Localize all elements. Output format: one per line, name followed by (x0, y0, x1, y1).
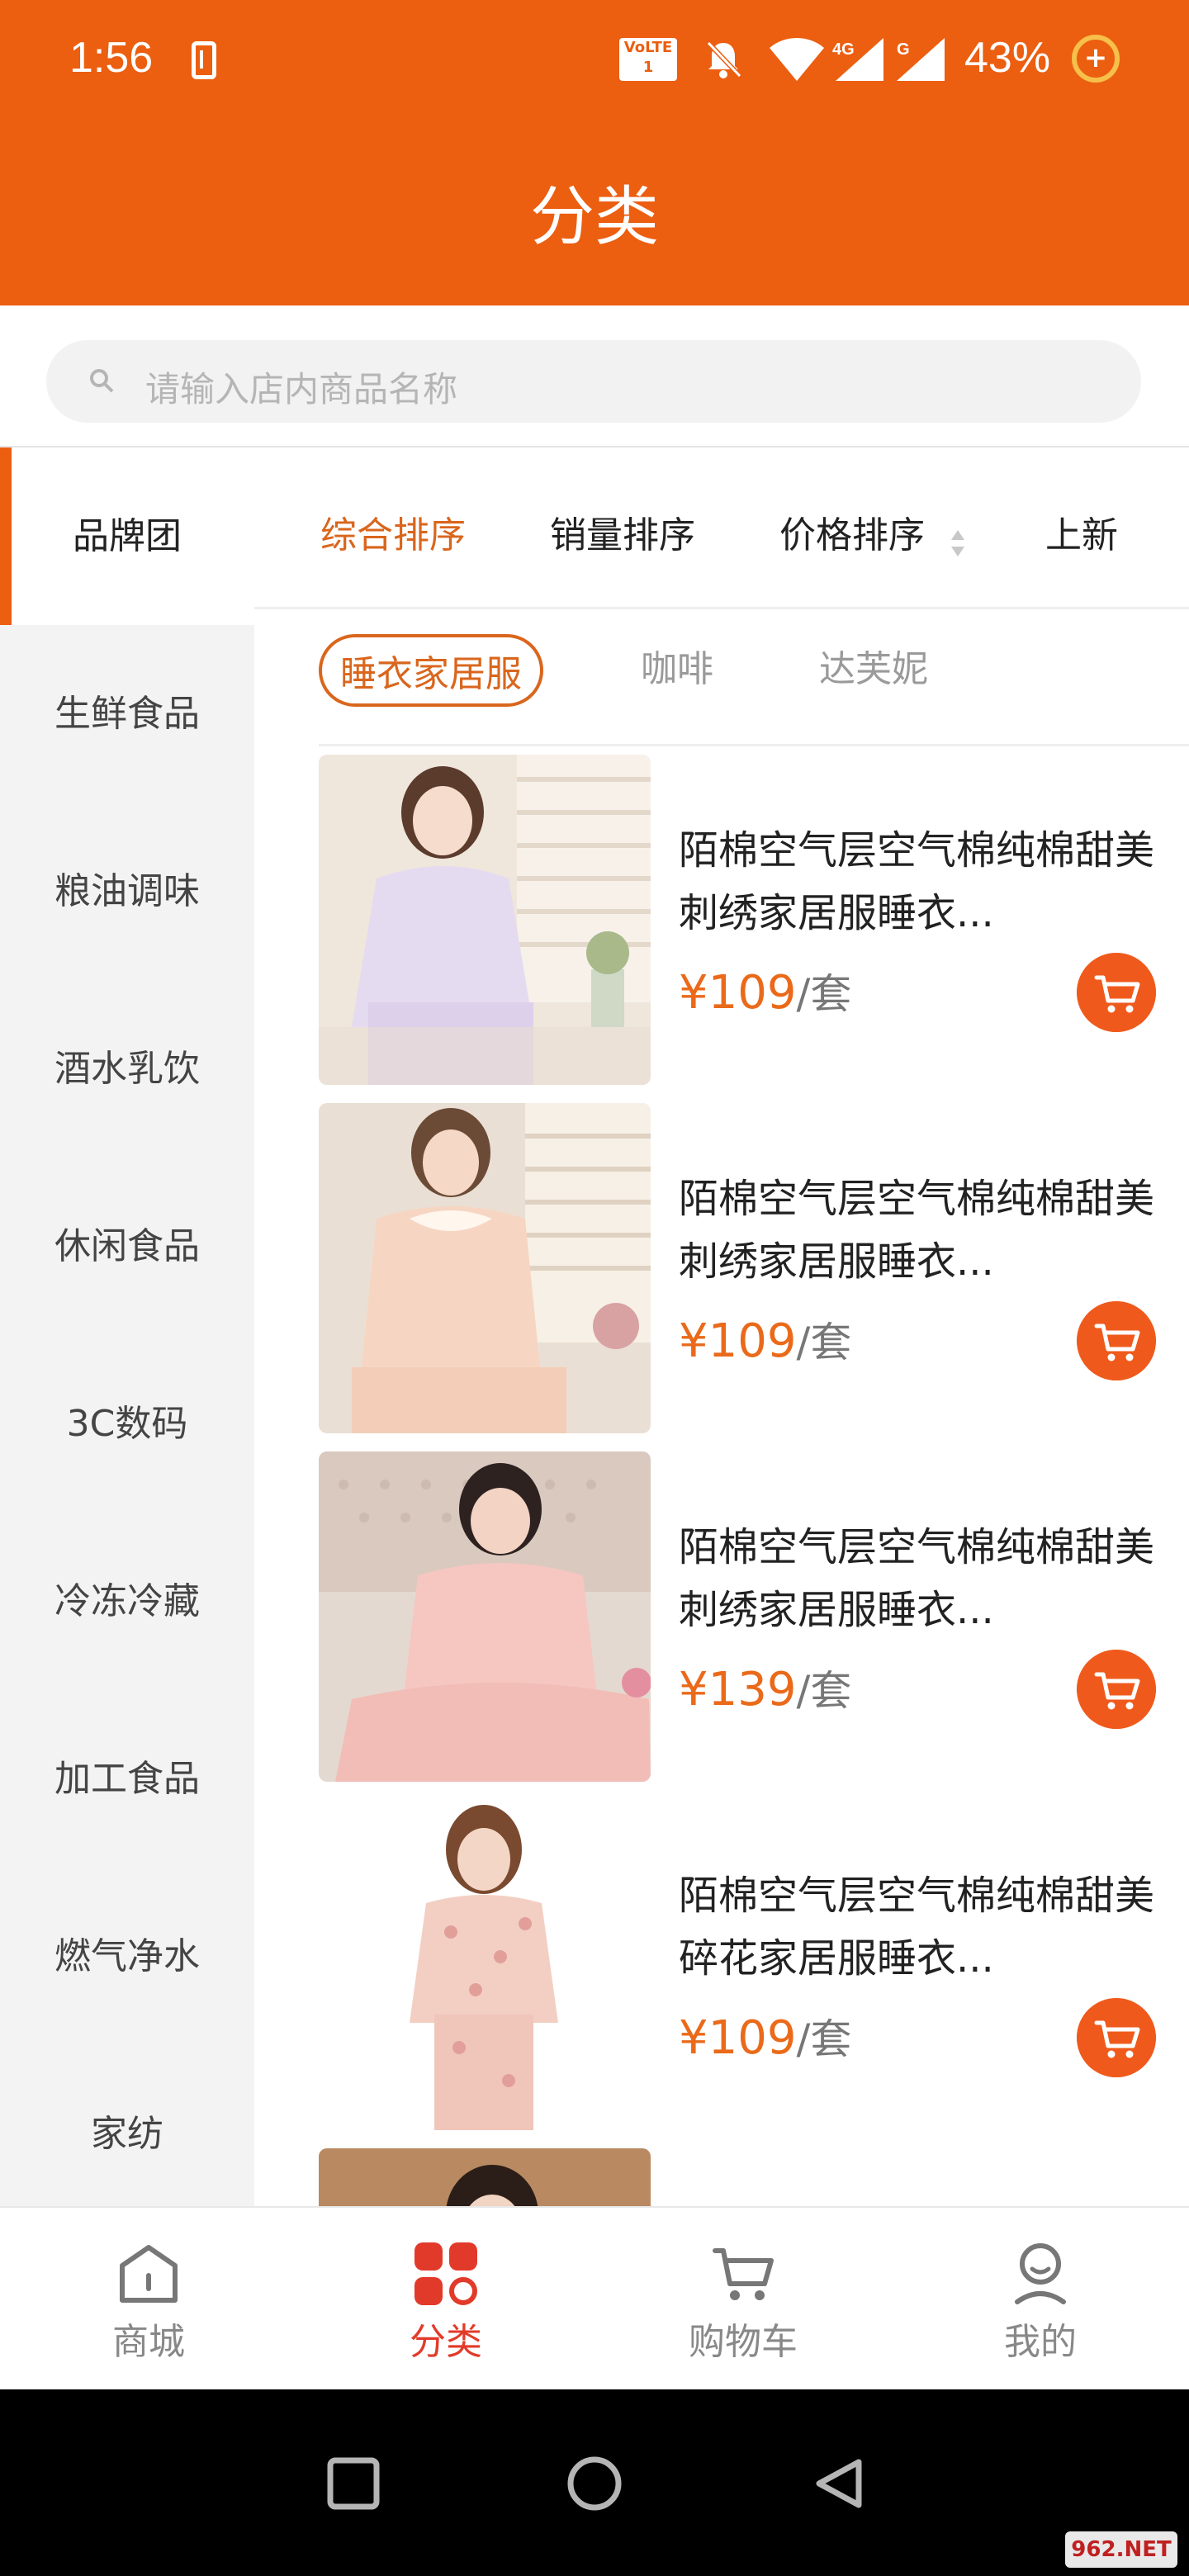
status-bar: 1:56 VoLTE 1 4G G 43% (0, 0, 1189, 124)
product-title: 陌棉空气层空气棉纯棉甜美碎花家居服睡衣... (679, 1873, 1155, 1982)
price-value: ¥109 (679, 966, 797, 1020)
home-button-icon[interactable] (566, 2455, 623, 2512)
category-icon (414, 2242, 477, 2305)
svg-text:G: G (897, 40, 910, 59)
signal-4g-icon: 4G (832, 38, 883, 81)
price-value: ¥139 (679, 1663, 797, 1717)
search-input[interactable]: 请输入店内商品名称 (46, 340, 1141, 423)
watermark-logo: 962.NET (1065, 2531, 1177, 2568)
sort-new[interactable]: 上新 (1045, 505, 1118, 558)
battery-percent: 43% (964, 34, 1051, 82)
header-bar: 1:56 VoLTE 1 4G G 43% 分类 (0, 0, 1189, 305)
svg-text:4G: 4G (832, 40, 855, 59)
sub-tabs: 睡衣家居服 咖啡 达芙妮 (319, 609, 1189, 746)
home-icon (120, 2245, 178, 2303)
price-unit: /套 (796, 1319, 852, 1366)
product-image (319, 2148, 651, 2206)
nav-mall-label: 商城 (112, 2321, 185, 2363)
product-title: 陌棉空气层空气棉纯棉甜美刺绣家居服睡衣... (679, 1176, 1155, 1285)
sidebar-item-frozen[interactable]: 冷冻冷藏 (0, 1513, 254, 1690)
category-sidebar: 品牌团 生鲜食品 粮油调味 酒水乳饮 休闲食品 3C数码 冷冻冷藏 加工食品 燃… (0, 447, 254, 2206)
add-to-cart-button[interactable] (1077, 1301, 1156, 1380)
product-price: ¥109/套 (679, 961, 851, 1020)
price-value: ¥109 (679, 1314, 797, 1368)
price-unit: /套 (796, 1667, 852, 1715)
recents-icon[interactable] (327, 2457, 380, 2510)
nav-cart[interactable]: 购物车 (594, 2208, 892, 2391)
search-placeholder: 请输入店内商品名称 (145, 369, 458, 410)
sort-price[interactable]: 价格排序 (779, 505, 925, 558)
nav-mall[interactable]: 商城 (0, 2208, 297, 2391)
cart-icon (713, 2248, 774, 2300)
system-nav-bar: 962.NET (0, 2389, 1189, 2576)
product-card[interactable] (319, 2148, 1189, 2206)
nav-cart-label: 购物车 (689, 2321, 798, 2363)
sidebar-item-processed-food[interactable]: 加工食品 (0, 1690, 254, 1868)
product-image (319, 1103, 651, 1433)
bottom-nav: 商城 分类 购物车 我的 (0, 2206, 1189, 2389)
subtab-daphne[interactable]: 达芙妮 (819, 639, 928, 692)
product-card[interactable]: 陌棉空气层空气棉纯棉甜美刺绣家居服睡衣... ¥109/套 (319, 755, 1189, 1085)
price-unit: /套 (796, 2015, 852, 2063)
price-value: ¥109 (679, 2011, 797, 2065)
subtab-coffee[interactable]: 咖啡 (641, 639, 713, 692)
nav-category-label: 分类 (410, 2321, 482, 2363)
add-to-cart-button[interactable] (1077, 1998, 1156, 2077)
product-title: 陌棉空气层空气棉纯棉甜美刺绣家居服睡衣... (679, 1524, 1155, 1633)
product-title: 陌棉空气层空气棉纯棉甜美刺绣家居服睡衣... (679, 827, 1155, 936)
wifi-icon (770, 38, 824, 81)
product-card[interactable]: 陌棉空气层空气棉纯棉甜美刺绣家居服睡衣... ¥109/套 (319, 1103, 1189, 1433)
back-icon[interactable] (812, 2457, 865, 2510)
product-image (319, 755, 651, 1085)
price-unit: /套 (796, 970, 852, 1018)
sidebar-item-brand-group[interactable]: 品牌团 (0, 447, 254, 625)
add-to-cart-button[interactable] (1077, 953, 1156, 1032)
nav-category[interactable]: 分类 (297, 2208, 594, 2391)
sidebar-item-home-textile[interactable]: 家纺 (0, 2045, 254, 2223)
sort-arrows-icon (951, 530, 964, 556)
sort-sales[interactable]: 销量排序 (550, 505, 695, 558)
sort-comprehensive[interactable]: 综合排序 (320, 505, 466, 558)
product-image (319, 1451, 651, 1782)
status-time: 1:56 (69, 34, 154, 82)
signal-g-icon: G (897, 38, 945, 81)
sidebar-item-fresh-food[interactable]: 生鲜食品 (0, 625, 254, 803)
sidebar-item-grain-oil[interactable]: 粮油调味 (0, 803, 254, 980)
battery-saver-icon (1072, 35, 1120, 83)
product-card[interactable]: 陌棉空气层空气棉纯棉甜美刺绣家居服睡衣... ¥139/套 (319, 1451, 1189, 1782)
download-icon (192, 41, 216, 79)
product-price: ¥139/套 (679, 1658, 851, 1717)
sidebar-item-drinks[interactable]: 酒水乳饮 (0, 980, 254, 1158)
mute-bell-icon (706, 40, 742, 78)
add-to-cart-button[interactable] (1077, 1650, 1156, 1729)
search-section: 请输入店内商品名称 (0, 305, 1189, 447)
product-price: ¥109/套 (679, 2006, 851, 2066)
product-card[interactable]: 陌棉空气层空气棉纯棉甜美碎花家居服睡衣... ¥109/套 (319, 1800, 1189, 2130)
page-title: 分类 (529, 180, 659, 254)
volte-icon: VoLTE 1 (619, 38, 677, 81)
sort-bar: 综合排序 销量排序 价格排序 上新 (254, 447, 1189, 609)
sidebar-item-gas-water[interactable]: 燃气净水 (0, 1868, 254, 2045)
search-icon (90, 369, 114, 393)
sidebar-item-snacks[interactable]: 休闲食品 (0, 1158, 254, 1335)
nav-profile-label: 我的 (1004, 2321, 1077, 2363)
product-price: ¥109/套 (679, 1309, 851, 1369)
product-image (319, 1800, 651, 2130)
subtab-pajamas[interactable]: 睡衣家居服 (319, 634, 543, 707)
sidebar-item-3c-digital[interactable]: 3C数码 (0, 1335, 254, 1513)
nav-profile[interactable]: 我的 (892, 2208, 1189, 2391)
profile-icon (1015, 2243, 1066, 2304)
